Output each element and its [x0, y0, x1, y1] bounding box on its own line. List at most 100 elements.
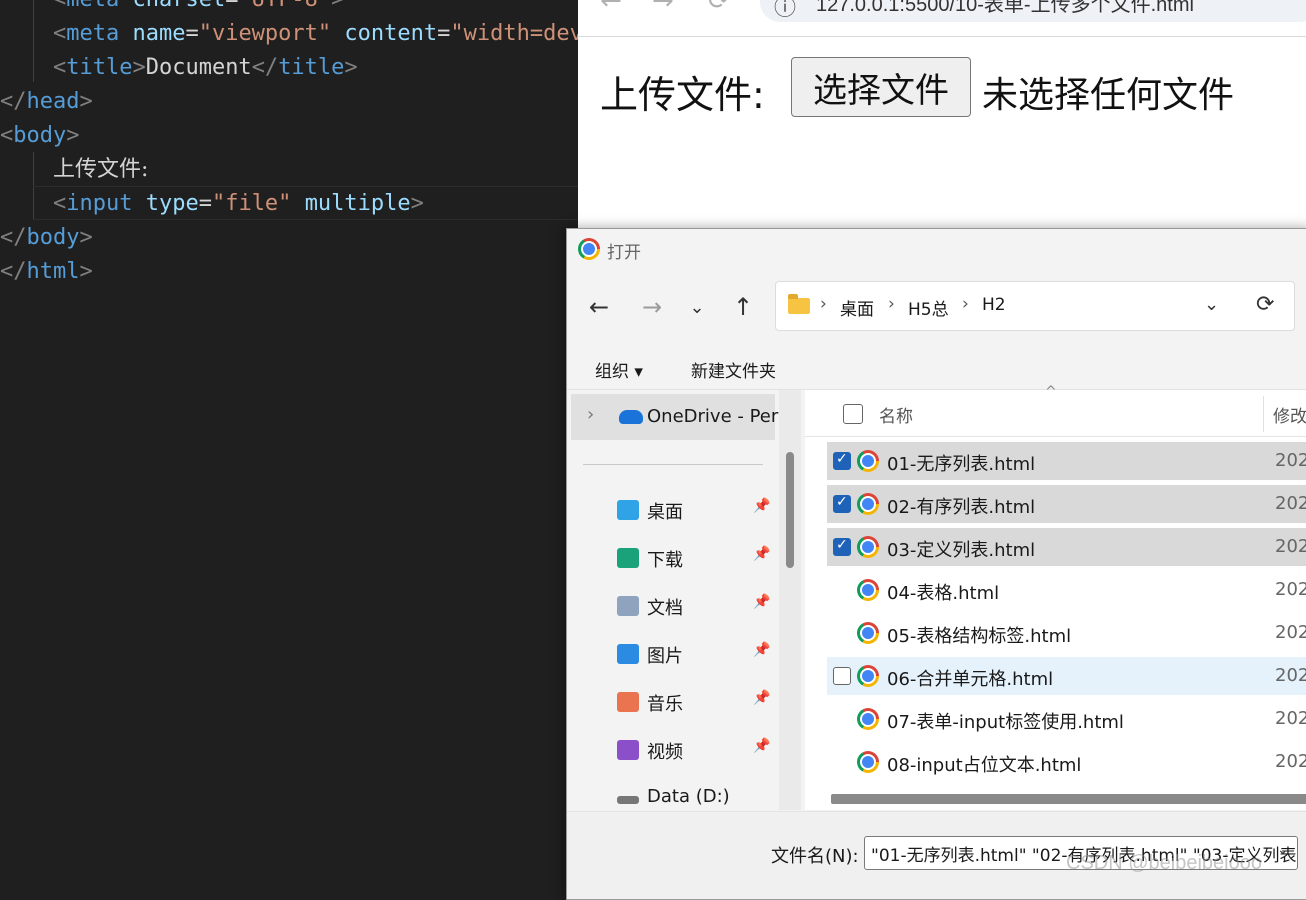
file-row[interactable]: 03-定义列表.html 202	[827, 528, 1306, 566]
file-row[interactable]: 05-表格结构标签.html 202	[827, 614, 1306, 652]
choose-file-button[interactable]: 选择文件	[791, 57, 971, 117]
code-token: <	[52, 191, 67, 216]
chrome-html-file-icon	[857, 665, 879, 687]
code-token: >	[344, 55, 358, 80]
chevron-down-icon[interactable]: ⌄	[1204, 294, 1219, 315]
up-icon[interactable]: ↑	[725, 293, 761, 321]
code-token: <	[0, 123, 14, 148]
column-header-name[interactable]: 名称	[879, 402, 913, 427]
nav-item[interactable]: 桌面 📌	[567, 486, 779, 534]
code-token: type	[145, 191, 199, 216]
code-token: body	[13, 123, 67, 148]
folder-icon	[788, 294, 810, 314]
code-token: =	[198, 191, 212, 216]
file-row[interactable]: 02-有序列表.html 202	[827, 485, 1306, 523]
file-checkbox[interactable]	[833, 494, 851, 513]
pin-icon: 📌	[753, 498, 771, 514]
code-token: </	[0, 225, 27, 250]
code-line: <input type="file" multiple>	[0, 187, 424, 221]
code-line: 上传文件:	[0, 153, 148, 187]
column-header-modified[interactable]: 修改	[1273, 402, 1306, 427]
new-folder-button[interactable]: 新建文件夹	[691, 357, 776, 382]
code-token: 上传文件:	[52, 157, 149, 182]
file-modified-date: 202	[1275, 708, 1306, 729]
code-token: meta	[66, 21, 120, 46]
code-token: title	[66, 55, 133, 80]
chrome-html-file-icon	[857, 579, 879, 601]
back-icon[interactable]: ←	[581, 293, 617, 321]
file-modified-date: 202	[1275, 622, 1306, 643]
music-icon	[617, 692, 639, 712]
file-row[interactable]: 06-合并单元格.html 202	[827, 657, 1306, 695]
chevron-down-icon[interactable]: ⌄	[1277, 842, 1289, 858]
code-token: >	[79, 225, 93, 250]
column-divider[interactable]	[1263, 396, 1264, 432]
scrollbar-thumb[interactable]	[786, 452, 794, 568]
code-token: </	[251, 55, 279, 80]
file-name: 02-有序列表.html	[887, 497, 1036, 518]
file-name: 01-无序列表.html	[887, 454, 1036, 475]
file-row[interactable]: 04-表格.html 202	[827, 571, 1306, 609]
file-checkbox[interactable]	[833, 537, 851, 556]
reload-icon[interactable]: ⟳	[708, 0, 730, 16]
breadcrumb-item[interactable]: H2	[982, 295, 1006, 315]
refresh-icon[interactable]: ⟳	[1256, 292, 1274, 317]
file-modified-date: 202	[1275, 665, 1306, 686]
nav-item-onedrive[interactable]: › OneDrive - Per	[571, 394, 778, 440]
organize-menu[interactable]: 组织 ▾	[595, 357, 643, 382]
browser-toolbar: ← → ⟳ ⓘ 127.0.0.1:5500/10-表单-上传多个文件.html	[578, 0, 1306, 37]
nav-item-label: 图片	[647, 646, 683, 667]
nav-item-label: 文档	[647, 598, 683, 619]
download-icon	[617, 548, 639, 568]
pin-icon: 📌	[753, 546, 771, 562]
file-modified-date: 202	[1275, 450, 1306, 471]
select-all-checkbox[interactable]	[843, 404, 863, 424]
onedrive-icon	[619, 410, 643, 424]
file-name: 03-定义列表.html	[887, 540, 1036, 561]
chevron-right-icon[interactable]: ›	[587, 404, 594, 425]
forward-icon[interactable]: →	[652, 0, 674, 16]
url-text[interactable]: 127.0.0.1:5500/10-表单-上传多个文件.html	[816, 0, 1194, 17]
nav-item[interactable]: 文档 📌	[567, 582, 779, 630]
horizontal-scrollbar-thumb[interactable]	[831, 794, 1306, 804]
pin-icon: 📌	[753, 642, 771, 658]
file-checkbox[interactable]	[833, 667, 851, 685]
nav-item[interactable]: 音乐 📌	[567, 678, 779, 726]
code-token: >	[331, 0, 344, 12]
code-token: </	[0, 89, 27, 114]
nav-item[interactable]: 视频 📌	[567, 726, 779, 774]
file-checkbox[interactable]	[833, 451, 851, 470]
breadcrumb-item[interactable]: H5总	[908, 295, 949, 320]
forward-icon[interactable]: →	[634, 293, 670, 321]
pin-icon: 📌	[753, 594, 771, 610]
breadcrumb[interactable]: › 桌面 › H5总 › H2 ⌄ ⟳	[775, 281, 1295, 331]
code-editor[interactable]: <meta charset="UTF-8"> <meta name="viewp…	[0, 0, 578, 887]
nav-item[interactable]: 下载 📌	[567, 534, 779, 582]
file-modified-date: 202	[1275, 536, 1306, 557]
code-token: =	[437, 21, 451, 46]
back-icon[interactable]: ←	[600, 0, 622, 16]
nav-scrollbar[interactable]	[779, 390, 801, 810]
file-list: 名称 ^ 修改 01-无序列表.html20202-有序列表.html20203…	[805, 384, 1306, 810]
dialog-title-bar[interactable]: 打开	[567, 229, 1306, 269]
chrome-html-file-icon	[857, 751, 879, 773]
file-name: 07-表单-input标签使用.html	[887, 712, 1124, 733]
recent-locations-chevron-icon[interactable]: ⌄	[679, 297, 715, 318]
file-row[interactable]: 07-表单-input标签使用.html 202	[827, 700, 1306, 738]
file-modified-date: 202	[1275, 751, 1306, 772]
file-row[interactable]: 01-无序列表.html 202	[827, 442, 1306, 480]
file-row[interactable]: 08-input占位文本.html 202	[827, 743, 1306, 781]
site-info-icon[interactable]: ⓘ	[774, 0, 796, 22]
chrome-html-file-icon	[857, 536, 879, 558]
nav-item-label: 下载	[647, 550, 683, 571]
breadcrumb-item[interactable]: 桌面	[840, 295, 874, 320]
nav-item[interactable]: 图片 📌	[567, 630, 779, 678]
pin-icon: 📌	[753, 738, 771, 754]
divider	[583, 464, 763, 465]
code-token: >	[410, 191, 424, 216]
code-token: meta	[66, 0, 119, 12]
